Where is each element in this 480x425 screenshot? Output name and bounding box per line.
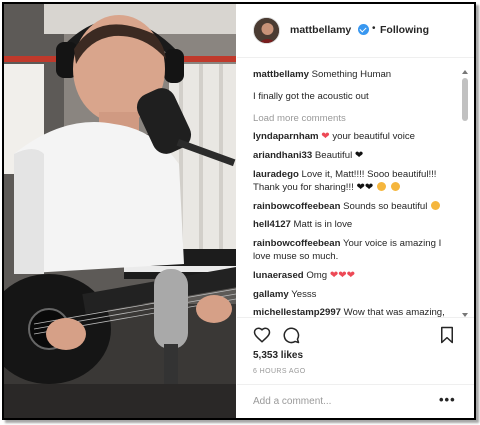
comments-list[interactable]: mattbellamy Something Human I finally go… (237, 59, 463, 317)
load-more-comments-link[interactable]: Load more comments (253, 113, 453, 126)
comment: ariandhani33 Beautiful ❤︎ (253, 150, 453, 163)
caption-text: Something Human (311, 69, 392, 80)
save-button[interactable] (438, 326, 456, 344)
comment: hell4127 Matt is in love (253, 219, 453, 232)
likes-count[interactable]: 5,353 likes (253, 350, 303, 361)
add-comment-input[interactable] (253, 396, 423, 407)
instagram-post-window: mattbellamy • Following mattbellamy Some… (2, 2, 476, 420)
comment-text: Omg (306, 269, 328, 281)
scroll-thumb[interactable] (462, 78, 468, 121)
add-comment-row: ••• (237, 384, 474, 418)
following-button[interactable]: Following (380, 24, 429, 36)
comment-text: Beautiful (314, 150, 353, 162)
post-side-panel: mattbellamy • Following mattbellamy Some… (237, 4, 474, 418)
caption-username[interactable]: mattbellamy (253, 69, 309, 80)
post-header: mattbellamy • Following (237, 4, 474, 58)
post-timestamp[interactable]: 6 HOURS AGO (253, 368, 306, 375)
comment: lyndaparnham ❤︎ your beautiful voice (253, 131, 453, 144)
comment-username[interactable]: hell4127 (253, 219, 291, 230)
header-username[interactable]: mattbellamy (290, 24, 351, 36)
post-image (4, 4, 236, 418)
comment-username[interactable]: lyndaparnham (253, 131, 319, 142)
comment-text: your beautiful voice (332, 131, 415, 143)
comment-username[interactable]: gallamy (253, 289, 289, 300)
black-heart-emoji-icon: ❤︎❤︎ (356, 181, 374, 193)
comment: lauradego Love it, Matt!!!! Sooo beautif… (253, 169, 453, 195)
comment-button[interactable] (282, 326, 300, 344)
comment: rainbowcoffeebean Your voice is amazing … (253, 238, 453, 264)
red-heart-emoji-icon: ❤︎ (321, 131, 330, 143)
heart-eyes-emoji-icon (376, 181, 386, 191)
heart-eyes-emoji-icon (431, 200, 441, 210)
verified-badge-icon (358, 24, 369, 35)
heart-outline-icon (253, 327, 271, 343)
comment: gallamy Yesss (253, 289, 453, 302)
comment-username[interactable]: ariandhani33 (253, 150, 312, 161)
more-options-icon[interactable]: ••• (439, 393, 456, 406)
comment-text: Yesss (291, 288, 317, 300)
comment-username[interactable]: lauradego (253, 169, 299, 180)
bookmark-icon (441, 326, 453, 344)
black-heart-emoji-icon: ❤︎ (354, 150, 364, 162)
comment: michellestamp2997 Wow that was amazing, … (253, 307, 453, 317)
comment: rainbowcoffeebean Sounds so beautiful (253, 200, 453, 214)
speech-bubble-icon (283, 327, 300, 344)
heart-eyes-emoji-icon (390, 181, 400, 191)
separator-dot: • (372, 23, 376, 34)
comments-scrollbar[interactable] (461, 70, 469, 317)
post-actions: 5,353 likes 6 HOURS AGO ••• (237, 317, 474, 418)
comment-username[interactable]: michellestamp2997 (253, 307, 341, 317)
scroll-up-arrow-icon[interactable] (462, 70, 468, 74)
comment-text: Sounds so beautiful (343, 200, 428, 212)
comment: lunaerased Omg ❤︎❤︎❤︎ (253, 270, 453, 283)
comment-username[interactable]: rainbowcoffeebean (253, 201, 340, 212)
comment-text: Matt is in love (293, 219, 353, 231)
caption: mattbellamy Something Human (253, 69, 453, 82)
comment-username[interactable]: lunaerased (253, 270, 304, 281)
like-button[interactable] (253, 326, 271, 344)
avatar[interactable] (253, 17, 280, 44)
caption-text-line-2: I finally got the acoustic out (253, 90, 369, 102)
comment-username[interactable]: rainbowcoffeebean (253, 238, 340, 249)
red-heart-emoji-icon: ❤︎❤︎❤︎ (329, 269, 355, 281)
post-photo[interactable] (4, 4, 236, 418)
avatar-image (254, 18, 279, 43)
